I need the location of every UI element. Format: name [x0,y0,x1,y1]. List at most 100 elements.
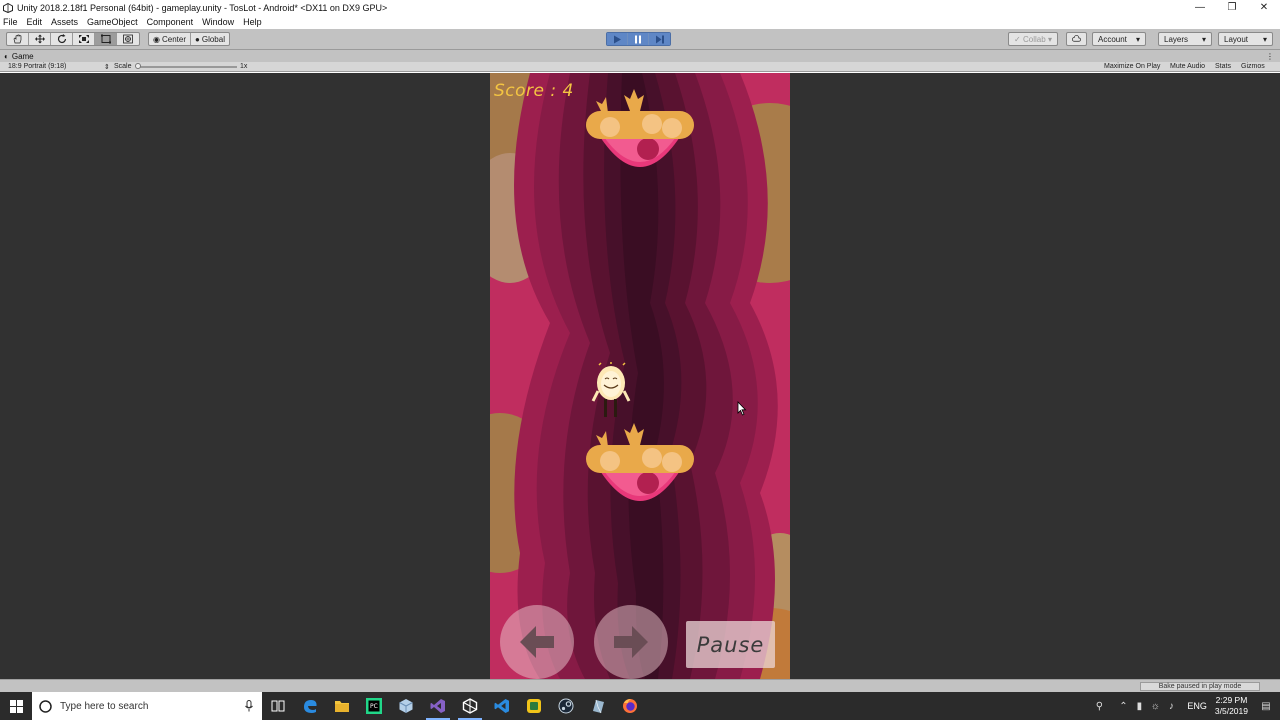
language-indicator[interactable]: ENG [1187,701,1207,711]
score-label: Score : 4 [494,81,574,101]
menu-bar: File Edit Assets GameObject Component Wi… [0,15,1280,29]
toolbar: ◉ Center ● Global ✓ Collab ▾ Account ▾ L… [0,29,1280,50]
tab-menu-icon[interactable]: ⋮ [1266,52,1274,61]
people-icon[interactable]: ⚲ [1091,692,1107,720]
steam-icon[interactable] [550,692,582,720]
game-tab[interactable]: ◐ Game [4,52,34,61]
aspect-dropdown[interactable]: 18:9 Portrait (9:18) [8,63,66,70]
game-tab-icon: ◐ [4,51,9,61]
close-icon[interactable]: ✕ [1248,0,1280,15]
collab-button[interactable]: ✓ Collab ▾ [1008,32,1058,46]
hand-icon[interactable] [7,33,29,45]
pycharm-icon[interactable]: PC [358,692,390,720]
layout-dropdown[interactable]: Layout ▾ [1218,32,1273,46]
rotate-icon[interactable] [51,33,73,45]
window-title: Unity 2018.2.18f1 Personal (64bit) - gam… [17,2,388,13]
battery-icon[interactable]: ▮ [1131,692,1147,720]
task-view-icon[interactable] [262,692,294,720]
volume-icon[interactable]: ♪ [1163,692,1179,720]
play-icon[interactable] [607,33,628,45]
chevron-up-icon[interactable]: ⌃ [1115,692,1131,720]
status-bar: Bake paused in play mode [0,679,1280,692]
layers-label: Layers [1164,34,1189,44]
maximize-on-play-toggle[interactable]: Maximize On Play [1104,63,1160,70]
notification-icon[interactable]: ▤ [1258,692,1274,720]
move-icon[interactable] [29,33,51,45]
scale-slider-handle[interactable] [135,63,141,69]
pivot-global-button[interactable]: ● Global [191,33,229,45]
cloud-button[interactable] [1066,32,1087,46]
left-arrow-button[interactable] [500,605,574,679]
menu-window[interactable]: Window [202,17,234,27]
menu-help[interactable]: Help [243,17,262,27]
scale-value: 1x [240,63,248,70]
vscode-icon[interactable] [486,692,518,720]
platform-bottom [586,423,694,501]
menu-file[interactable]: File [3,17,18,27]
chevron-down-icon: ▾ [1201,34,1206,44]
step-icon[interactable] [649,33,670,45]
game-view: Score : 4 Pause [0,73,1280,679]
menu-assets[interactable]: Assets [51,17,78,27]
unity-logo-icon [3,2,13,13]
pivot-icon: ◉ [153,34,160,44]
bake-status: Bake paused in play mode [1140,682,1260,691]
scale-icon[interactable] [73,33,95,45]
game-screen[interactable]: Score : 4 Pause [490,73,790,679]
pause-icon[interactable] [628,33,649,45]
scale-slider[interactable] [137,66,237,68]
unity-cube-icon[interactable] [390,692,422,720]
firefox-icon[interactable] [614,692,646,720]
taskbar: Type here to search PC ⚲ ⌃ ▮ ☼ ♪ ENG 2:2… [0,692,1280,720]
menu-component[interactable]: Component [147,17,194,27]
title-bar: Unity 2018.2.18f1 Personal (64bit) - gam… [0,0,1280,15]
cloud-icon [1072,35,1081,42]
check-icon: ✓ [1014,34,1021,44]
clock[interactable]: 2:29 PM 3/5/2019 [1215,695,1248,717]
globe-icon: ● [195,34,200,44]
search-placeholder: Type here to search [60,700,149,712]
wifi-icon[interactable]: ☼ [1147,692,1163,720]
mute-audio-toggle[interactable]: Mute Audio [1170,63,1205,70]
transform-icon[interactable] [117,33,139,45]
unity-hub-icon[interactable] [582,692,614,720]
clock-date: 3/5/2019 [1214,706,1248,716]
egg-character [591,362,631,417]
pause-button[interactable]: Pause [686,621,775,668]
visual-studio-icon[interactable] [422,692,454,720]
collab-label: Collab [1023,34,1046,44]
restore-icon[interactable]: ❐ [1216,0,1248,15]
chevron-updown-icon: ⇕ [104,64,110,71]
windows-icon [9,699,23,713]
explorer-icon[interactable] [326,692,358,720]
layout-label: Layout [1224,34,1249,44]
minimize-icon[interactable]: — [1184,0,1216,15]
menu-edit[interactable]: Edit [27,17,43,27]
taskbar-search[interactable]: Type here to search [32,692,262,720]
rect-icon[interactable] [95,33,117,45]
start-button[interactable] [0,692,32,720]
pause-label: Pause [696,632,765,657]
menu-gameobject[interactable]: GameObject [87,17,138,27]
edge-icon[interactable] [294,692,326,720]
svg-text:PC: PC [370,703,378,710]
cortana-icon [39,699,52,713]
platform-top [586,89,694,167]
pivot-center-label: Center [161,34,186,44]
right-arrow-button[interactable] [594,605,668,679]
stats-toggle[interactable]: Stats [1215,63,1231,70]
chevron-down-icon: ▾ [1262,34,1267,44]
clock-time: 2:29 PM [1215,695,1248,705]
system-tray: ⚲ ⌃ ▮ ☼ ♪ ENG 2:29 PM 3/5/2019 ▤ [1091,692,1280,720]
gizmos-dropdown[interactable]: Gizmos [1241,63,1265,70]
app-icon[interactable] [518,692,550,720]
account-label: Account [1098,34,1127,44]
pivot-global-label: Global [201,34,225,44]
transform-tools [6,32,140,46]
layers-dropdown[interactable]: Layers ▾ [1158,32,1212,46]
unity-icon[interactable] [454,692,486,720]
pivot-center-button[interactable]: ◉ Center [149,33,191,45]
microphone-icon[interactable] [244,700,254,712]
mouse-cursor-icon [737,401,747,416]
account-dropdown[interactable]: Account ▾ [1092,32,1146,46]
